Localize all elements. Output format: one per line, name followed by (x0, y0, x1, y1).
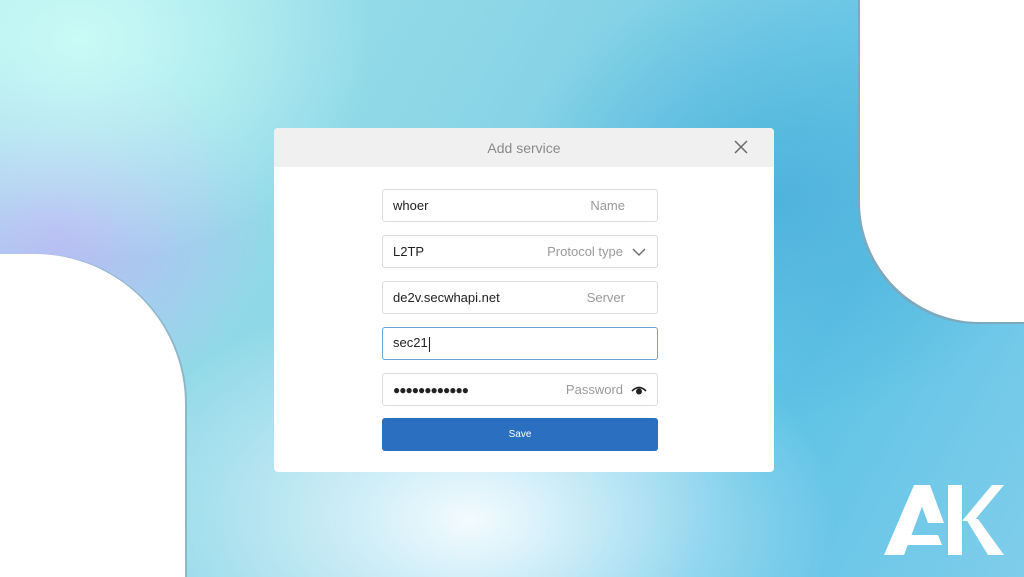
username-value: sec21 (393, 335, 430, 352)
dialog-title: Add service (487, 139, 561, 156)
name-field[interactable]: whoer Name (382, 189, 658, 222)
password-field[interactable]: ●●●●●●●●●●●● Password (382, 373, 658, 406)
username-field[interactable]: sec21 (382, 327, 658, 360)
name-value: whoer (393, 198, 429, 213)
close-icon[interactable] (732, 138, 750, 156)
eye-icon[interactable] (631, 383, 647, 397)
text-cursor (428, 336, 430, 352)
server-value: de2v.secwhapi.net (393, 290, 500, 305)
server-field[interactable]: de2v.secwhapi.net Server (382, 281, 658, 314)
ak-logo (884, 483, 1004, 557)
protocol-value: L2TP (393, 244, 425, 259)
chevron-down-icon[interactable] (631, 245, 647, 259)
server-label: Server (586, 290, 625, 305)
password-label: Password (565, 382, 623, 397)
password-value: ●●●●●●●●●●●● (393, 382, 469, 397)
protocol-label: Protocol type (547, 244, 623, 259)
name-label: Name (590, 198, 625, 213)
decorative-white-shape-left (0, 254, 185, 577)
decorative-white-shape-right (860, 0, 1024, 322)
protocol-type-select[interactable]: L2TP Protocol type (382, 235, 658, 268)
dialog-header: Add service (274, 128, 774, 167)
add-service-dialog: Add service whoer Name L2TP Protocol typ… (274, 128, 774, 472)
save-button[interactable]: Save (382, 418, 658, 451)
